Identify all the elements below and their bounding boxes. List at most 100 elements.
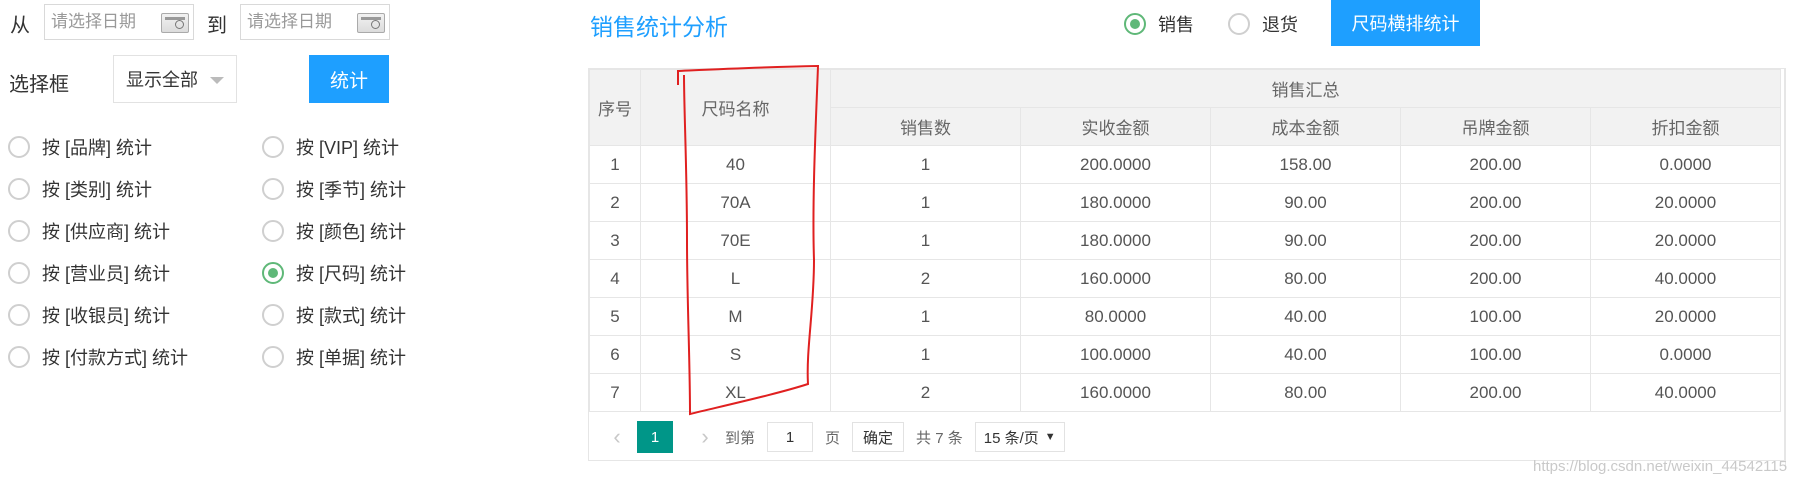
- radio-icon: [8, 262, 30, 284]
- stat-button[interactable]: 统计: [309, 55, 389, 103]
- cell-index: 3: [589, 221, 641, 260]
- table-row[interactable]: 7 XL 2 160.0000 80.00 200.00 40.0000: [589, 373, 1781, 412]
- stat-option[interactable]: 按 [营业员] 统计: [8, 260, 170, 286]
- cell-size-name: L: [640, 259, 831, 298]
- type-option-label: 退货: [1262, 15, 1298, 35]
- cell-index: 2: [589, 183, 641, 222]
- cell-cost-amount: 40.00: [1210, 335, 1401, 374]
- stat-option[interactable]: 按 [VIP] 统计: [262, 134, 399, 160]
- stat-option-label: 按 [营业员] 统计: [42, 264, 171, 284]
- cell-tag-amount: 100.00: [1400, 335, 1591, 374]
- cell-tag-amount: 200.00: [1400, 183, 1591, 222]
- goto-page-input[interactable]: [767, 422, 814, 452]
- stat-option[interactable]: 按 [尺码] 统计: [262, 260, 406, 286]
- cell-discount-amount: 20.0000: [1590, 183, 1781, 222]
- radio-icon: [262, 220, 284, 242]
- table-row[interactable]: 4 L 2 160.0000 80.00 200.00 40.0000: [589, 259, 1781, 298]
- table-row[interactable]: 6 S 1 100.0000 40.00 100.00 0.0000: [589, 335, 1781, 374]
- cell-cost-amount: 158.00: [1210, 145, 1401, 184]
- display-select[interactable]: 显示全部: [113, 55, 237, 103]
- stat-option-label: 按 [品牌] 统计: [42, 138, 153, 158]
- page-size-select[interactable]: 15 条/页 ▼: [974, 422, 1065, 452]
- radio-icon: [262, 346, 284, 368]
- col-header-cost-amount[interactable]: 成本金额: [1210, 107, 1401, 146]
- stat-option-label: 按 [付款方式] 统计: [42, 348, 189, 368]
- goto-label: 到第: [725, 429, 756, 447]
- cell-sales-qty: 2: [830, 259, 1021, 298]
- size-horizontal-stat-button[interactable]: 尺码横排统计: [1331, 0, 1480, 46]
- stats-table-container: 序号 尺码名称 销售汇总 销售数 实收金额 成本金额 吊牌金额 折扣金额 1 40…: [588, 68, 1785, 461]
- stat-option-label: 按 [季节] 统计: [296, 180, 407, 200]
- stat-option[interactable]: 按 [品牌] 统计: [8, 134, 152, 160]
- cell-received-amount: 200.0000: [1020, 145, 1211, 184]
- col-header-size[interactable]: 尺码名称: [640, 69, 831, 146]
- display-select-value: 显示全部: [126, 70, 198, 90]
- start-date-field[interactable]: [44, 4, 194, 40]
- end-date-field[interactable]: [240, 4, 390, 40]
- stat-option[interactable]: 按 [付款方式] 统计: [8, 344, 188, 370]
- cell-discount-amount: 40.0000: [1590, 373, 1781, 412]
- cell-tag-amount: 200.00: [1400, 259, 1591, 298]
- type-option-label: 销售: [1158, 15, 1194, 35]
- stat-option[interactable]: 按 [收银员] 统计: [8, 302, 170, 328]
- cell-index: 4: [589, 259, 641, 298]
- col-header-received-amount[interactable]: 实收金额: [1020, 107, 1211, 146]
- stat-option[interactable]: 按 [单据] 统计: [262, 344, 406, 370]
- cell-size-name: M: [640, 297, 831, 336]
- page-number-current[interactable]: 1: [637, 421, 673, 453]
- cell-size-name: XL: [640, 373, 831, 412]
- table-row[interactable]: 3 70E 1 180.0000 90.00 200.00 20.0000: [589, 221, 1781, 260]
- stat-option[interactable]: 按 [季节] 统计: [262, 176, 406, 202]
- cell-received-amount: 80.0000: [1020, 297, 1211, 336]
- radio-icon: [262, 262, 284, 284]
- col-header-index[interactable]: 序号: [589, 69, 641, 146]
- cell-sales-qty: 1: [830, 221, 1021, 260]
- to-label: 到: [207, 15, 227, 37]
- cell-tag-amount: 200.00: [1400, 373, 1591, 412]
- radio-icon: [262, 178, 284, 200]
- stat-option[interactable]: 按 [款式] 统计: [262, 302, 406, 328]
- calendar-icon[interactable]: [161, 13, 189, 33]
- stat-option-label: 按 [款式] 统计: [296, 306, 407, 326]
- page-size-value: 15 条/页: [983, 429, 1039, 447]
- stats-table: 序号 尺码名称 销售汇总 销售数 实收金额 成本金额 吊牌金额 折扣金额 1 40…: [589, 69, 1781, 412]
- cell-received-amount: 180.0000: [1020, 183, 1211, 222]
- cell-cost-amount: 90.00: [1210, 221, 1401, 260]
- col-header-tag-amount[interactable]: 吊牌金额: [1400, 107, 1591, 146]
- stat-option-label: 按 [收银员] 统计: [42, 306, 171, 326]
- calendar-icon[interactable]: [357, 13, 385, 33]
- cell-sales-qty: 1: [830, 183, 1021, 222]
- next-page-icon[interactable]: ›: [695, 424, 715, 450]
- prev-page-icon[interactable]: ‹: [607, 424, 627, 450]
- cell-received-amount: 160.0000: [1020, 373, 1211, 412]
- stat-option-label: 按 [供应商] 统计: [42, 222, 171, 242]
- cell-sales-qty: 1: [830, 335, 1021, 374]
- cell-received-amount: 160.0000: [1020, 259, 1211, 298]
- cell-discount-amount: 0.0000: [1590, 335, 1781, 374]
- from-label: 从: [10, 15, 30, 37]
- cell-size-name: 40: [640, 145, 831, 184]
- cell-discount-amount: 20.0000: [1590, 221, 1781, 260]
- radio-icon: [1124, 13, 1146, 35]
- cell-discount-amount: 40.0000: [1590, 259, 1781, 298]
- table-row[interactable]: 5 M 1 80.0000 40.00 100.00 20.0000: [589, 297, 1781, 336]
- type-option-sale[interactable]: 销售: [1124, 11, 1194, 37]
- select-label: 选择框: [9, 74, 69, 96]
- cell-index: 1: [589, 145, 641, 184]
- stat-option[interactable]: 按 [供应商] 统计: [8, 218, 170, 244]
- total-count: 共 7 条: [916, 429, 963, 447]
- stat-option[interactable]: 按 [类别] 统计: [8, 176, 152, 202]
- col-header-discount-amount[interactable]: 折扣金额: [1590, 107, 1781, 146]
- table-row[interactable]: 1 40 1 200.0000 158.00 200.00 0.0000: [589, 145, 1781, 184]
- stat-option[interactable]: 按 [颜色] 统计: [262, 218, 406, 244]
- stat-option-label: 按 [单据] 统计: [296, 348, 407, 368]
- table-row[interactable]: 2 70A 1 180.0000 90.00 200.00 20.0000: [589, 183, 1781, 222]
- radio-icon: [8, 304, 30, 326]
- cell-sales-qty: 2: [830, 373, 1021, 412]
- group-header-sales-summary: 销售汇总: [830, 69, 1781, 108]
- stat-option-label: 按 [尺码] 统计: [296, 264, 407, 284]
- goto-confirm-button[interactable]: 确定: [852, 422, 905, 452]
- type-option-return[interactable]: 退货: [1228, 11, 1298, 37]
- cell-discount-amount: 0.0000: [1590, 145, 1781, 184]
- col-header-sales-qty[interactable]: 销售数: [830, 107, 1021, 146]
